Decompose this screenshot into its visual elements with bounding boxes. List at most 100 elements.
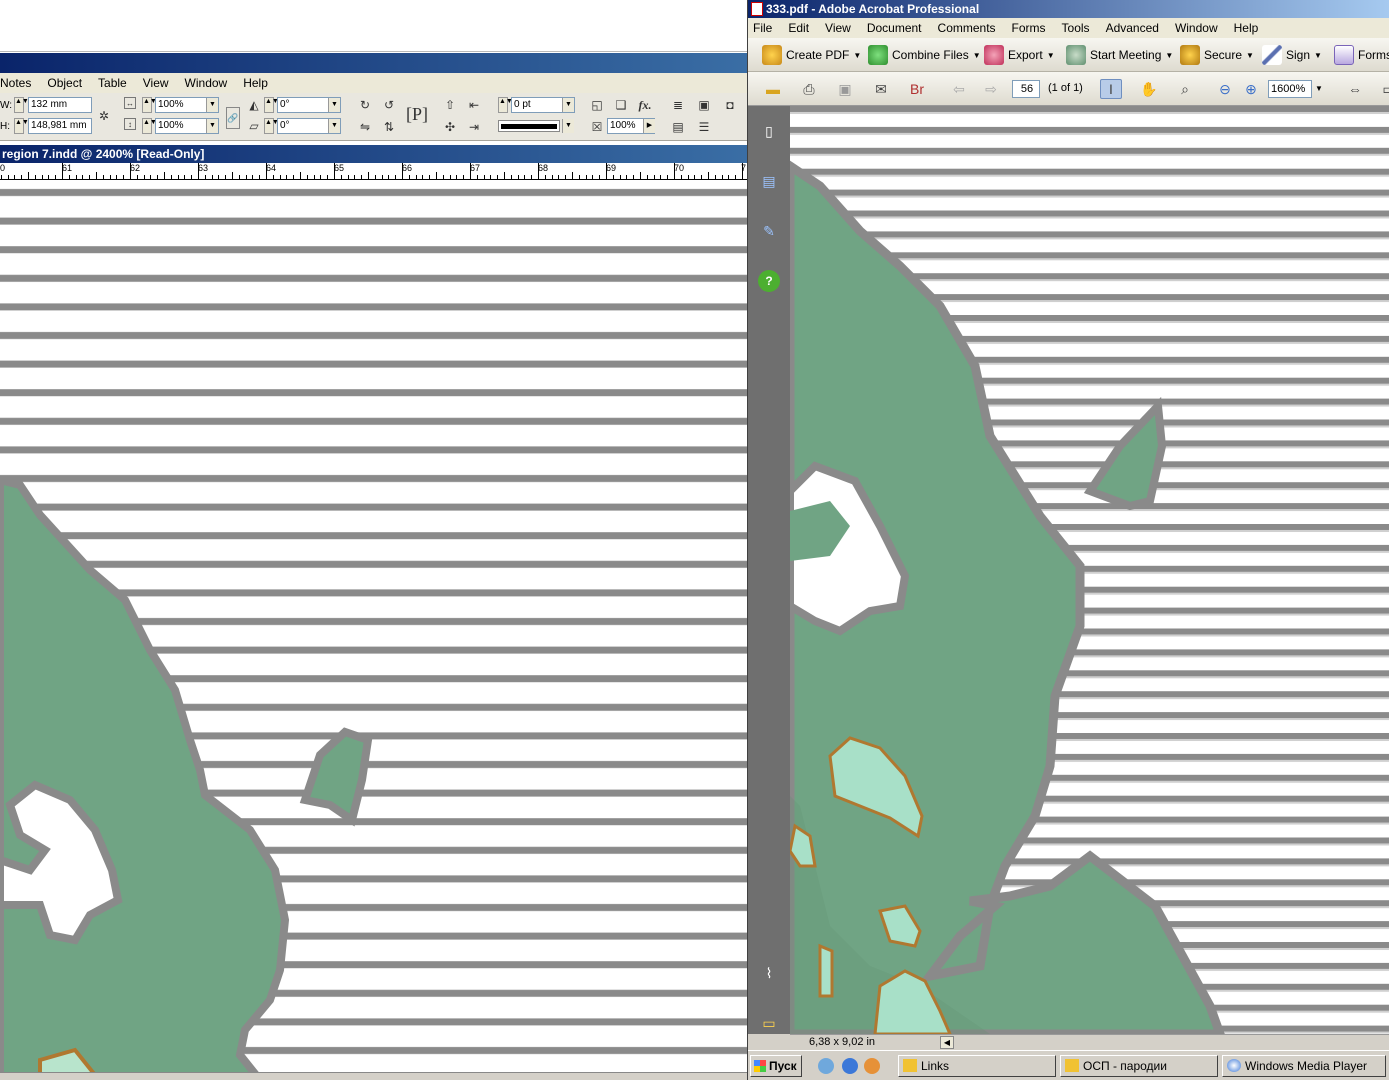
acrobat-window: 333.pdf - Adobe Acrobat Professional Fil… [747, 0, 1389, 1080]
menu-document[interactable]: Document [859, 18, 930, 38]
marquee-zoom-icon[interactable]: ⌕ [1174, 79, 1196, 99]
scroll-left-icon[interactable]: ◀ [940, 1036, 954, 1049]
pages-panel-icon[interactable]: ▯ [758, 120, 780, 142]
page-number-input[interactable]: 56 [1012, 80, 1040, 98]
create-pdf-button[interactable]: Create PDF ▼ [762, 44, 861, 66]
menu-window[interactable]: Window [177, 73, 236, 93]
internet-explorer-icon[interactable] [842, 1058, 858, 1074]
fit-width-icon[interactable]: ⇔ [1344, 79, 1366, 99]
menu-help[interactable]: Help [1226, 18, 1267, 38]
stroke-type-dropdown[interactable]: ▼ [562, 119, 574, 133]
secure-button[interactable]: Secure ▼ [1180, 44, 1254, 66]
rotate-cw-icon[interactable]: ↻ [357, 97, 373, 113]
menu-advanced[interactable]: Advanced [1098, 18, 1167, 38]
zoom-level-input[interactable]: 1600% [1268, 80, 1312, 98]
taskbar-item-media-player[interactable]: Windows Media Player [1222, 1055, 1386, 1077]
help-icon[interactable]: ? [758, 270, 780, 292]
zoom-out-icon[interactable]: ⊖ [1214, 79, 1236, 99]
save-icon[interactable]: ▣ [834, 79, 856, 99]
bridge-search-icon[interactable]: Br [906, 79, 928, 99]
indesign-window: Notes Object Table View Window Help W: ▲… [0, 0, 747, 1080]
ruler-tick [578, 175, 580, 179]
scale-y-spinner[interactable]: ▲▼ [142, 118, 157, 134]
reference-point-icon[interactable]: ✲ [96, 108, 112, 124]
shear-dropdown[interactable]: ▼ [328, 119, 340, 133]
start-button[interactable]: Пуск [750, 1055, 802, 1077]
text-wrap-bbox-icon[interactable]: ▣ [696, 97, 712, 113]
signatures-panel-icon[interactable]: ✎ [758, 220, 780, 242]
select-next-icon[interactable]: ⇥ [466, 119, 482, 135]
fit-page-icon[interactable]: ▭ [1378, 79, 1389, 99]
select-previous-icon[interactable]: ⇤ [466, 97, 482, 113]
combine-files-button[interactable]: Combine Files ▼ [868, 44, 981, 66]
export-button[interactable]: Export ▼ [984, 44, 1055, 66]
text-wrap-jump-icon[interactable]: ▤ [670, 119, 686, 135]
taskbar-item-links[interactable]: Links [898, 1055, 1056, 1077]
stroke-type-selector[interactable] [498, 120, 560, 132]
attachments-icon[interactable]: ⌇ [758, 962, 780, 984]
menu-object[interactable]: Object [39, 73, 90, 93]
text-wrap-none-icon[interactable]: ≣ [670, 97, 686, 113]
ruler-tick [34, 175, 36, 179]
fx-icon[interactable]: fx. [637, 97, 653, 113]
menu-notes[interactable]: Notes [0, 73, 39, 93]
ruler-tick [714, 175, 716, 179]
zoom-in-icon[interactable]: ⊕ [1240, 79, 1262, 99]
effects-shadow-icon[interactable]: ❑ [613, 97, 629, 113]
flip-horizontal-icon[interactable]: ⇋ [357, 119, 373, 135]
text-wrap-shape-icon[interactable]: ◘ [722, 97, 738, 113]
menu-tools[interactable]: Tools [1054, 18, 1098, 38]
height-field[interactable]: 148,981 mm [28, 118, 92, 134]
previous-page-icon[interactable]: ⇦ [948, 79, 970, 99]
select-content-icon[interactable]: ✣ [442, 119, 458, 135]
stroke-weight-spinner[interactable]: ▲▼ [498, 97, 513, 113]
shear-spinner[interactable]: ▲▼ [264, 118, 279, 134]
text-wrap-next-icon[interactable]: ☰ [696, 119, 712, 135]
email-icon[interactable]: ✉ [870, 79, 892, 99]
scale-y-dropdown[interactable]: ▼ [206, 119, 218, 133]
ruler-tick [55, 175, 57, 179]
select-text-icon[interactable]: I [1100, 79, 1122, 99]
menu-view[interactable]: View [817, 18, 859, 38]
forms-button[interactable]: Forms [1334, 44, 1389, 66]
flip-vertical-icon[interactable]: ⇅ [381, 119, 397, 135]
firefox-icon[interactable] [864, 1058, 880, 1074]
scale-x-spinner[interactable]: ▲▼ [142, 97, 157, 113]
next-page-icon[interactable]: ⇨ [980, 79, 1002, 99]
print-icon[interactable]: ⎙ [798, 79, 820, 99]
rotate-spinner[interactable]: ▲▼ [264, 97, 279, 113]
rotate-dropdown[interactable]: ▼ [328, 98, 340, 112]
start-meeting-button[interactable]: Start Meeting ▼ [1066, 44, 1173, 66]
sign-button[interactable]: Sign ▼ [1262, 44, 1322, 66]
width-field[interactable]: 132 mm [28, 97, 92, 113]
ruler-tick [592, 175, 594, 179]
drop-shadow-icon[interactable]: ◱ [589, 97, 605, 113]
taskbar-item-folder[interactable]: ОСП - пародии [1060, 1055, 1218, 1077]
height-spinner[interactable]: ▲▼ [14, 118, 29, 134]
indesign-page-canvas[interactable] [0, 180, 747, 1080]
opacity-arrow[interactable]: ▶ [643, 119, 655, 133]
ruler-label: 66 [402, 163, 413, 173]
menu-help[interactable]: Help [235, 73, 276, 93]
menu-comments[interactable]: Comments [930, 18, 1004, 38]
paragraph-flip-icon[interactable]: [P] [404, 101, 430, 127]
zoom-dropdown-icon[interactable]: ▼ [1315, 84, 1323, 93]
menu-edit[interactable]: Edit [780, 18, 817, 38]
menu-window[interactable]: Window [1167, 18, 1226, 38]
stroke-weight-dropdown[interactable]: ▼ [562, 98, 574, 112]
width-spinner[interactable]: ▲▼ [14, 97, 29, 113]
hand-tool-icon[interactable]: ✋ [1138, 79, 1160, 99]
rotate-ccw-icon[interactable]: ↺ [381, 97, 397, 113]
constrain-proportions-icon[interactable]: 🔗 [226, 107, 240, 129]
open-folder-icon[interactable]: ▬ [762, 79, 784, 99]
select-container-icon[interactable]: ⇧ [442, 97, 458, 113]
menu-table[interactable]: Table [90, 73, 135, 93]
menu-forms[interactable]: Forms [1004, 18, 1054, 38]
bookmarks-panel-icon[interactable]: ▤ [758, 170, 780, 192]
comments-icon[interactable]: ▭ [758, 1012, 780, 1034]
scale-x-dropdown[interactable]: ▼ [206, 98, 218, 112]
show-desktop-icon[interactable] [818, 1058, 834, 1074]
pdf-page-canvas[interactable] [790, 106, 1389, 1034]
menu-view[interactable]: View [135, 73, 177, 93]
menu-file[interactable]: File [748, 18, 780, 38]
